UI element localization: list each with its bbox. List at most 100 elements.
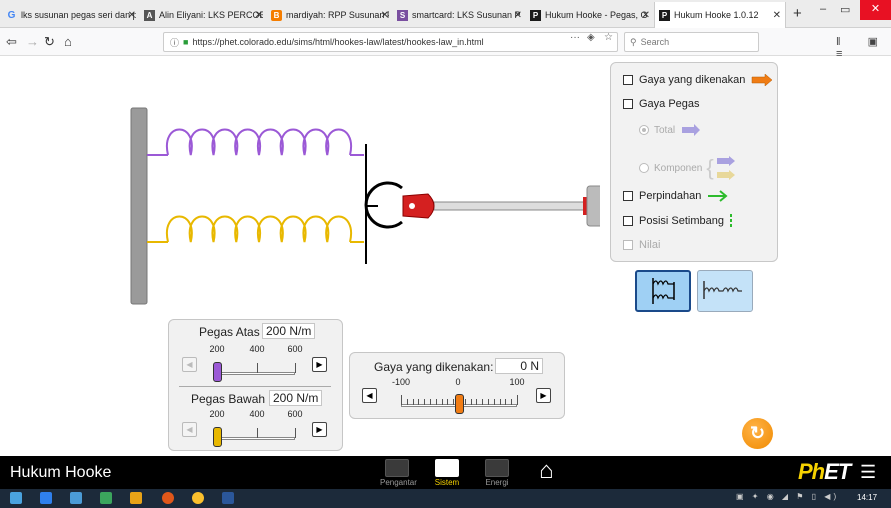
info-icon: ⓘ <box>170 37 180 48</box>
home-screen-icon[interactable]: ⌂ <box>539 459 554 483</box>
checkbox-values[interactable]: Nilai <box>623 239 660 251</box>
checkbox-box[interactable] <box>623 75 633 85</box>
reload-icon[interactable]: ↻ <box>44 34 55 50</box>
browser-tab-0[interactable]: G lks susunan pegas seri dan p ✕ <box>2 4 140 26</box>
browser-tab-4[interactable]: P Hukum Hooke - Pegas, G ✕ <box>526 4 654 26</box>
file-explorer-icon[interactable] <box>70 492 82 504</box>
applied-force-slider-thumb[interactable] <box>454 394 464 414</box>
radio-dot[interactable] <box>639 125 649 135</box>
parallel-config-button[interactable] <box>635 270 691 312</box>
lock-icon: ■ <box>183 37 189 47</box>
robot-hand[interactable] <box>402 193 435 219</box>
checkbox-displacement[interactable]: Perpindahan <box>623 190 729 202</box>
tab-title-1: Alin Eliyani: LKS PERCOBAA <box>159 10 263 20</box>
menu-icon[interactable]: ☰ <box>860 462 876 483</box>
bottom-spring-increase-button[interactable]: ▶ <box>312 422 327 437</box>
close-icon[interactable]: ✕ <box>642 10 650 21</box>
minimize-icon[interactable]: – <box>820 3 826 15</box>
firefox-icon[interactable] <box>162 492 174 504</box>
browser-tab-5[interactable]: P Hukum Hooke 1.0.12 ✕ <box>654 2 786 28</box>
new-tab-icon[interactable]: + <box>793 5 802 22</box>
slider-tick <box>424 399 426 405</box>
slider-tick <box>493 399 495 405</box>
radio-label: Total <box>654 124 676 136</box>
checkbox-box[interactable] <box>623 240 633 250</box>
top-spring-increase-button[interactable]: ▶ <box>312 357 327 372</box>
applied-force-panel: Gaya yang dikenakan: 0 N -100 0 100 ◀ ▶ <box>349 352 565 419</box>
reset-all-button[interactable]: ↻ <box>742 418 773 449</box>
bottom-spring-decrease-button[interactable]: ◀ <box>182 422 197 437</box>
search-input[interactable]: ⚲ Search <box>624 32 759 52</box>
radio-label: Komponen <box>654 162 703 174</box>
top-spring-slider-track[interactable] <box>217 372 295 375</box>
screen-label: Sistem <box>434 478 460 487</box>
phet-logo[interactable]: PhET <box>798 459 851 485</box>
radio-dot[interactable] <box>639 163 649 173</box>
energy-screen-icon <box>485 459 509 477</box>
close-icon[interactable]: ✕ <box>255 10 263 21</box>
checkbox-equilibrium[interactable]: Posisi Setimbang <box>623 214 734 228</box>
tab-title-0: lks susunan pegas seri dan p <box>21 10 136 20</box>
pocket-icon[interactable]: ◈ <box>587 32 595 43</box>
forward-icon[interactable]: → <box>26 34 39 49</box>
home-icon[interactable]: ⌂ <box>64 34 72 49</box>
applied-force-increase-button[interactable]: ▶ <box>536 388 551 403</box>
component-arrows <box>716 156 736 180</box>
tick-label: 200 <box>209 344 225 354</box>
page-actions-icon[interactable]: ··· <box>570 32 580 43</box>
url-bar[interactable]: ⓘ ■ https://phet.colorado.edu/sims/html/… <box>163 32 618 52</box>
applied-force-label: Gaya yang dikenakan: <box>374 360 494 374</box>
spring-constant-panel: Pegas Atas 200 N/m 200 400 600 ◀ ▶ Pegas… <box>168 319 343 451</box>
screen-button-intro[interactable]: Pengantar <box>380 459 417 487</box>
window-close-icon[interactable]: ✕ <box>860 0 891 20</box>
radio-components[interactable]: Komponen { <box>639 156 736 180</box>
bottom-spring-slider-track[interactable] <box>217 437 295 440</box>
close-icon[interactable]: ✕ <box>773 10 781 21</box>
screen-button-system[interactable]: Sistem <box>430 459 464 487</box>
browser-tab-1[interactable]: A Alin Eliyani: LKS PERCOBAA ✕ <box>140 4 267 26</box>
checkbox-spring-force[interactable]: Gaya Pegas <box>623 98 700 110</box>
browser-tab-3[interactable]: S smartcard: LKS Susunan P ✕ <box>393 4 526 26</box>
slider-tick <box>435 399 437 405</box>
series-springs-icon <box>703 281 742 299</box>
url-text: https://phet.colorado.edu/sims/html/hook… <box>192 37 484 47</box>
maximize-icon[interactable]: ▭ <box>840 3 850 16</box>
close-icon[interactable]: ✕ <box>514 10 522 21</box>
tab-title-5: Hukum Hooke 1.0.12 <box>674 10 759 20</box>
word-icon[interactable] <box>222 492 234 504</box>
top-spring-decrease-button[interactable]: ◀ <box>182 357 197 372</box>
checkbox-label: Perpindahan <box>639 190 702 202</box>
checkbox-box[interactable] <box>623 191 633 201</box>
sim-title: Hukum Hooke <box>10 464 112 481</box>
chrome-icon[interactable] <box>192 492 204 504</box>
checkbox-box[interactable] <box>623 216 633 226</box>
top-spring <box>147 128 364 156</box>
bookmark-star-icon[interactable]: ☆ <box>604 32 613 43</box>
back-icon[interactable]: ⇦ <box>6 34 17 50</box>
slider-tick <box>482 399 484 405</box>
tick-label: 200 <box>209 409 225 419</box>
browser-tab-2[interactable]: B mardiyah: RPP Susunan Pe ✕ <box>267 4 393 26</box>
close-icon[interactable]: ✕ <box>381 10 389 21</box>
checkbox-applied-force[interactable]: Gaya yang dikenakan <box>623 74 773 86</box>
pull-rod[interactable] <box>433 201 587 211</box>
checkbox-box[interactable] <box>623 99 633 109</box>
rod-grip[interactable] <box>586 185 600 227</box>
windows-start-icon[interactable] <box>10 492 22 504</box>
screen-button-energy[interactable]: Energi <box>480 459 514 487</box>
bottom-spring-slider-thumb[interactable] <box>212 427 222 447</box>
top-spring-slider-thumb[interactable] <box>212 362 222 382</box>
series-config-button[interactable] <box>697 270 753 312</box>
close-icon[interactable]: ✕ <box>128 10 136 21</box>
applied-force-decrease-button[interactable]: ◀ <box>362 388 377 403</box>
app-icon[interactable] <box>130 492 142 504</box>
green-arrow-icon <box>708 190 728 202</box>
slider-tick <box>505 399 507 405</box>
bottom-spring <box>147 215 364 243</box>
edge-icon[interactable] <box>40 492 52 504</box>
slider-tick <box>511 399 513 405</box>
radio-total[interactable]: Total <box>639 124 701 136</box>
store-icon[interactable] <box>100 492 112 504</box>
system-tray-icons[interactable]: ▣ ✦ ◉ ◢ ⚑ ▯ ◀) <box>736 492 839 501</box>
slider-tick <box>464 399 466 405</box>
